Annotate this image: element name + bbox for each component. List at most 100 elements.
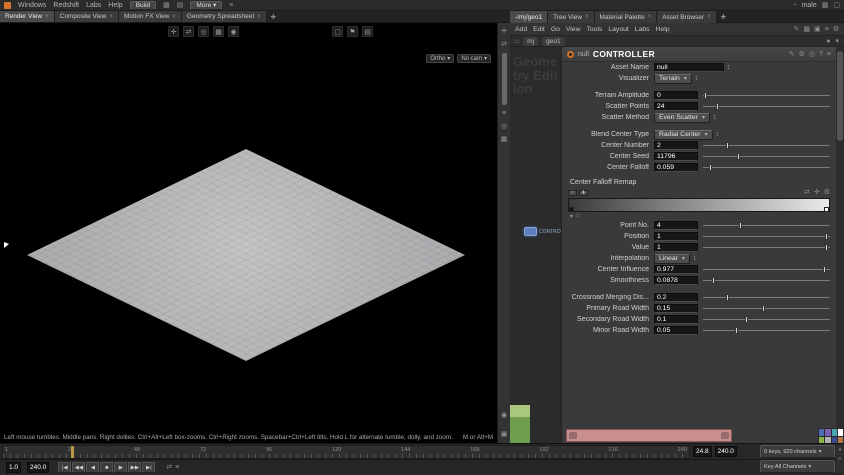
tab-composite-view[interactable]: Composite View×: [55, 11, 119, 22]
edit-icon[interactable]: ✎: [789, 50, 795, 59]
list-icon[interactable]: ≡: [827, 50, 831, 59]
stop-button[interactable]: ■: [100, 462, 113, 473]
scrollbar-thumb[interactable]: [837, 51, 843, 141]
slider-handle[interactable]: [762, 305, 765, 312]
key-icon[interactable]: ●: [838, 447, 841, 453]
breadcrumb-obj[interactable]: mj: [523, 37, 538, 46]
menu-redshift[interactable]: Redshift: [53, 2, 79, 9]
build-desktop-button[interactable]: Build: [130, 1, 156, 10]
slider-handle[interactable]: [716, 103, 719, 110]
home-icon[interactable]: ⌂: [515, 37, 519, 46]
range-start-field[interactable]: 1.0: [6, 462, 21, 473]
layers-icon[interactable]: ▤: [362, 26, 373, 37]
param-slider[interactable]: [703, 265, 830, 274]
slider-handle[interactable]: [712, 277, 715, 284]
param-value-field[interactable]: 4: [654, 221, 698, 230]
ramp-gradient[interactable]: [568, 198, 830, 212]
ramp-key-start[interactable]: [569, 207, 574, 212]
close-icon[interactable]: ×: [707, 14, 711, 20]
param-slider[interactable]: [703, 315, 830, 324]
grid-display-icon[interactable]: ▦: [213, 26, 224, 37]
ramp-key-end[interactable]: [824, 207, 829, 212]
asset-name-field[interactable]: null: [654, 63, 724, 72]
tab-motion-fx-view[interactable]: Motion FX View×: [119, 11, 182, 22]
frame-ruler[interactable]: 124487296120144168192216240: [2, 445, 690, 459]
playbar-options-icon[interactable]: ≡: [175, 463, 179, 472]
close-icon[interactable]: ×: [257, 14, 261, 20]
color-swatch[interactable]: [832, 429, 837, 436]
param-slider[interactable]: [703, 102, 830, 111]
node-output-connector[interactable]: [721, 432, 729, 439]
keys-channels-dropdown[interactable]: 0 keys, 920 channels▾: [760, 445, 835, 458]
param-slider[interactable]: [703, 276, 830, 285]
close-icon[interactable]: ×: [585, 14, 589, 20]
session-label[interactable]: male: [802, 2, 817, 9]
list-icon[interactable]: ≡: [229, 1, 233, 10]
side-scrollbar[interactable]: [502, 53, 507, 105]
color-swatch[interactable]: [819, 429, 824, 436]
spinner-icon[interactable]: ↕: [727, 64, 731, 71]
prev-key-button[interactable]: ◀◀: [72, 462, 85, 473]
param-value-field[interactable]: 2: [654, 141, 698, 150]
network-node-pink[interactable]: [566, 429, 732, 442]
grid-icon[interactable]: ▦: [803, 25, 810, 34]
param-value-field[interactable]: 0.0878: [654, 276, 698, 285]
param-slider[interactable]: [703, 304, 830, 313]
param-value-field[interactable]: 1: [654, 243, 698, 252]
shading-icon[interactable]: ◉: [228, 26, 239, 37]
ortho-toggle[interactable]: Ortho▾: [426, 54, 454, 63]
camera-icon[interactable]: ▢: [332, 26, 343, 37]
menu-go[interactable]: Go: [551, 26, 560, 33]
ramp-delete-point-button[interactable]: ×: [568, 190, 577, 196]
menu-labs[interactable]: Labs: [635, 26, 650, 33]
close-icon[interactable]: ×: [648, 14, 652, 20]
spinner-icon[interactable]: ↕: [716, 131, 720, 138]
network-node-green[interactable]: [510, 417, 530, 443]
spinner-icon[interactable]: ↕: [695, 75, 699, 82]
edit-icon[interactable]: ✎: [794, 25, 800, 34]
menu-windows[interactable]: Windows: [18, 2, 46, 9]
slider-handle[interactable]: [704, 92, 707, 99]
next-key-button[interactable]: ▶▶: [128, 462, 141, 473]
pan-tool-icon[interactable]: ⇄: [501, 40, 507, 49]
node-name-field[interactable]: CONTROLLER: [593, 49, 655, 59]
grid-icon[interactable]: ▦: [163, 1, 170, 10]
move-icon[interactable]: ⇄: [183, 26, 194, 37]
slider-handle[interactable]: [825, 244, 828, 251]
slider-handle[interactable]: [823, 266, 826, 273]
slider-handle[interactable]: [726, 294, 729, 301]
param-slider[interactable]: [703, 326, 830, 335]
more-menu-button[interactable]: More ▾: [190, 1, 222, 10]
param-value-field[interactable]: 11796: [654, 152, 698, 161]
ramp-flip-icon[interactable]: ⇄: [804, 188, 810, 197]
menu-layout[interactable]: Layout: [608, 26, 628, 33]
blend-center-dropdown[interactable]: Radial Center▾: [654, 130, 713, 140]
new-tab-button[interactable]: ✚: [267, 11, 280, 22]
search-icon[interactable]: ◎: [809, 50, 815, 59]
slider-handle[interactable]: [735, 327, 738, 334]
param-slider[interactable]: [703, 163, 830, 172]
window-square-icon[interactable]: ▢: [833, 1, 840, 10]
slider-handle[interactable]: [709, 164, 712, 171]
jump-start-button[interactable]: |◀: [58, 462, 71, 473]
network-node-green-light[interactable]: [510, 405, 530, 417]
ramp-add-point-button[interactable]: ✚: [579, 190, 588, 196]
param-value-field[interactable]: 0.2: [654, 293, 698, 302]
slider-handle[interactable]: [745, 316, 748, 323]
network-editor-canvas[interactable]: Geometry Edition CONTROLLER: [510, 47, 562, 443]
param-slider[interactable]: [703, 141, 830, 150]
visualizer-dropdown[interactable]: Terrain▾: [654, 74, 692, 84]
param-value-field[interactable]: 0.05: [654, 326, 698, 335]
close-icon[interactable]: ×: [109, 14, 113, 20]
param-slider[interactable]: [703, 152, 830, 161]
options-icon[interactable]: ≡: [839, 456, 842, 462]
box-icon[interactable]: ▣: [814, 25, 821, 34]
tab-geometry-spreadsheet[interactable]: Geometry Spreadsheet×: [182, 11, 267, 22]
spinner-icon[interactable]: ↕: [713, 114, 717, 121]
controller-node[interactable]: CONTROLLER: [524, 227, 561, 236]
snap-icon[interactable]: ◎: [198, 26, 209, 37]
param-slider[interactable]: [703, 91, 830, 100]
slider-handle[interactable]: [726, 142, 729, 149]
new-tab-button[interactable]: ✚: [717, 11, 730, 23]
select-icon[interactable]: ✛: [168, 26, 179, 37]
